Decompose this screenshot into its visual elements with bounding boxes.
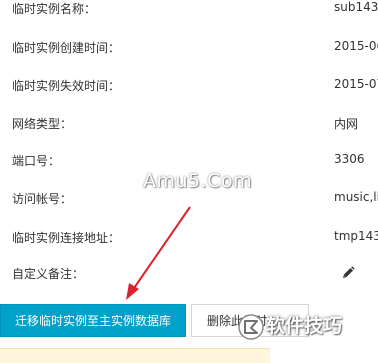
port-value: 3306 [334,152,365,166]
expiry-time-label: 临时实例失效时间： [12,79,121,93]
port-label: 端口号： [12,154,61,168]
instance-name-label: 临时实例名称： [12,2,97,16]
network-type-value: 内网 [334,117,359,131]
notice-bar [0,348,270,363]
field-row-connection-address: 临时实例连接地址： tmp143 [0,229,378,249]
custom-remark-label: 自定义备注： [12,267,85,281]
watermark-brand-text: 软件技巧 [266,315,343,337]
access-account-value: music,lin [334,190,378,204]
field-row-created-time: 临时实例创建时间： 2015-06 [0,39,378,59]
access-account-label: 访问帐号： [12,192,73,206]
field-row-instance-name: 临时实例名称： sub1435 [0,0,378,20]
pencil-icon[interactable] [340,265,356,281]
field-row-custom-remark: 自定义备注： [0,265,378,285]
connection-address-label: 临时实例连接地址： [12,231,121,245]
expiry-time-value: 2015-07 [334,77,378,91]
created-time-value: 2015-06 [334,39,378,53]
created-time-label: 临时实例创建时间： [12,41,121,55]
watermark-site-text: Amu5.Com [143,170,253,192]
field-row-access-account: 访问帐号： music,lin [0,190,378,210]
instance-name-value: sub1435 [334,0,378,14]
field-row-port: 端口号： 3306 [0,152,378,172]
migrate-to-main-instance-button[interactable]: 迁移临时实例至主实例数据库 [0,304,186,337]
temporary-instance-details-panel: 临时实例名称： sub1435 临时实例创建时间： 2015-06 临时实例失效… [0,0,378,363]
field-row-expiry-time: 临时实例失效时间： 2015-07 [0,77,378,97]
connection-address-value: tmp143 [334,229,378,243]
watermark-logo-icon [238,314,264,340]
field-row-network-type: 网络类型： 内网 [0,115,378,135]
network-type-label: 网络类型： [12,117,73,131]
